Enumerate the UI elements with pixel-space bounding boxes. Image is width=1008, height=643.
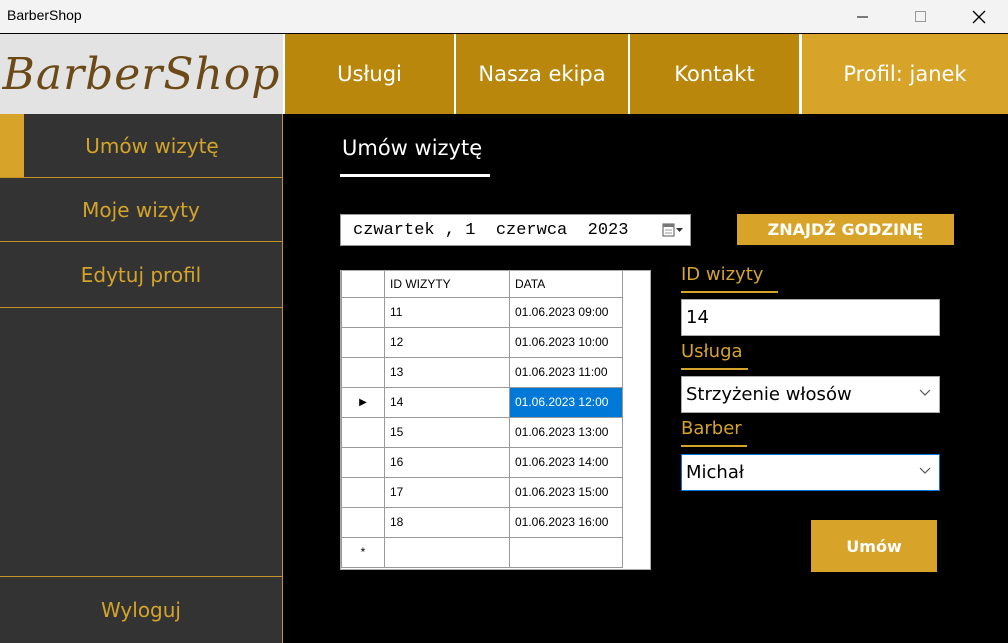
close-button[interactable] [950, 0, 1008, 33]
nav-profil-button[interactable]: Profil: janek [802, 34, 1008, 114]
table-row[interactable]: 17 01.06.2023 15:00 [341, 476, 623, 508]
row-header[interactable] [341, 416, 385, 448]
sidebar: Umów wizytę Moje wizyty Edytuj profil Wy… [0, 114, 283, 643]
id-label-underline [681, 291, 778, 293]
cell-id[interactable]: 11 [384, 296, 510, 328]
id-field[interactable]: 14 [681, 299, 940, 336]
table-row[interactable]: 11 01.06.2023 09:00 [341, 296, 623, 328]
cell-id[interactable]: 12 [384, 326, 510, 358]
title-underline [340, 174, 490, 177]
table-row[interactable]: 15 01.06.2023 13:00 [341, 416, 623, 448]
minimize-icon [857, 16, 868, 17]
cell-date[interactable]: 01.06.2023 13:00 [509, 416, 623, 448]
logout-button[interactable]: Wyloguj [0, 576, 282, 643]
window-title: BarberShop [7, 7, 82, 23]
cell-id[interactable]: 14 [384, 386, 510, 418]
date-value: czwartek , 1 czerwca 2023 [353, 220, 629, 240]
cell-date[interactable]: 01.06.2023 14:00 [509, 446, 623, 478]
barber-label: Barber [681, 418, 742, 439]
barber-label-underline [681, 445, 747, 447]
nav-ekipa-button[interactable]: Nasza ekipa [456, 34, 628, 114]
sidebar-item-umow-wizyte[interactable]: Umów wizytę [0, 114, 282, 178]
active-indicator [0, 114, 24, 177]
row-header[interactable] [341, 356, 385, 388]
row-header[interactable] [341, 296, 385, 328]
maximize-button[interactable] [892, 0, 950, 33]
barber-value: Michał [686, 462, 744, 483]
column-header-data[interactable]: DATA [509, 271, 623, 298]
row-header[interactable] [341, 506, 385, 538]
table-row[interactable]: 18 01.06.2023 16:00 [341, 506, 623, 538]
window-titlebar: BarberShop [0, 0, 1008, 33]
find-time-button[interactable]: ZNAJDŹ GODZINĘ [737, 214, 954, 245]
barber-select[interactable]: Michał [681, 454, 940, 491]
table-row[interactable]: 12 01.06.2023 10:00 [341, 326, 623, 358]
sidebar-item-label: Edytuj profil [80, 262, 202, 287]
service-label: Usługa [681, 341, 743, 362]
column-header-id[interactable]: ID WIZYTY [384, 271, 510, 298]
cell-date-selected[interactable]: 01.06.2023 12:00 [509, 386, 623, 418]
new-row[interactable]: * [341, 536, 623, 568]
logo-text: BarberShop [2, 48, 281, 100]
sidebar-item-moje-wizyty[interactable]: Moje wizyty [0, 178, 282, 242]
service-select[interactable]: Strzyżenie włosów [681, 376, 940, 413]
sidebar-item-label: Umów wizytę [85, 133, 219, 158]
cell-date[interactable]: 01.06.2023 10:00 [509, 326, 623, 358]
id-label: ID wizyty [681, 264, 764, 285]
date-picker[interactable]: czwartek , 1 czerwca 2023 [340, 214, 691, 246]
close-icon [972, 10, 986, 23]
calendar-dropdown-icon[interactable] [662, 222, 684, 238]
row-header[interactable] [341, 476, 385, 508]
row-header[interactable] [341, 326, 385, 358]
minimize-button[interactable] [834, 0, 892, 33]
page-title: Umów wizytę [342, 136, 483, 160]
cell-date[interactable]: 01.06.2023 11:00 [509, 356, 623, 388]
service-label-underline [681, 368, 748, 370]
sidebar-item-label: Moje wizyty [82, 197, 200, 222]
table-row[interactable]: 13 01.06.2023 11:00 [341, 356, 623, 388]
sidebar-item-edytuj-profil[interactable]: Edytuj profil [0, 242, 282, 308]
cell-id[interactable]: 16 [384, 446, 510, 478]
cell-date-new[interactable] [509, 536, 623, 568]
current-row-icon[interactable]: ▶ [341, 386, 385, 418]
appointments-grid[interactable]: ID WIZYTY DATA 11 01.06.2023 09:00 12 01.0… [340, 270, 651, 570]
service-value: Strzyżenie włosów [686, 384, 852, 405]
submit-appointment-button[interactable]: Umów [811, 520, 937, 572]
top-nav: Usługi Nasza ekipa Kontakt Profil: janek [283, 34, 1008, 114]
cell-id[interactable]: 13 [384, 356, 510, 388]
app-logo: BarberShop [0, 34, 283, 114]
nav-kontakt-button[interactable]: Kontakt [630, 34, 799, 114]
cell-date[interactable]: 01.06.2023 09:00 [509, 296, 623, 328]
cell-date[interactable]: 01.06.2023 15:00 [509, 476, 623, 508]
nav-uslugi-button[interactable]: Usługi [285, 34, 454, 114]
new-row-icon[interactable]: * [341, 536, 385, 568]
cell-id[interactable]: 15 [384, 416, 510, 448]
row-header[interactable] [341, 446, 385, 478]
cell-id-new[interactable] [384, 536, 510, 568]
cell-date[interactable]: 01.06.2023 16:00 [509, 506, 623, 538]
grid-header-row: ID WIZYTY DATA [341, 271, 623, 298]
maximize-icon [915, 10, 926, 22]
cell-id[interactable]: 18 [384, 506, 510, 538]
table-row-selected[interactable]: ▶ 14 01.06.2023 12:00 [341, 386, 623, 418]
chevron-down-icon [919, 467, 931, 474]
row-header-corner [341, 271, 385, 298]
cell-id[interactable]: 17 [384, 476, 510, 508]
chevron-down-icon [919, 389, 931, 396]
table-row[interactable]: 16 01.06.2023 14:00 [341, 446, 623, 478]
main-content: Umów wizytę czwartek , 1 czerwca 2023 ZN… [283, 114, 1008, 643]
logout-label: Wyloguj [101, 598, 181, 622]
